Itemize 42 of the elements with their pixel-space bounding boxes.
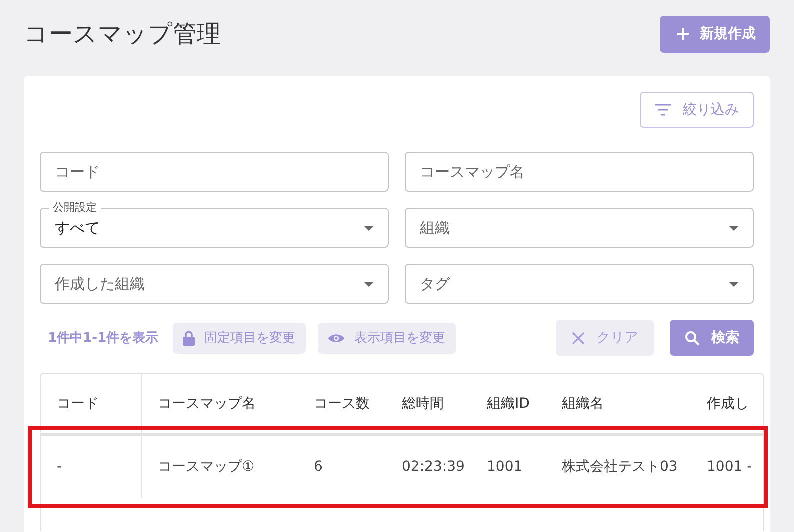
select-placeholder: タグ [420, 274, 450, 294]
text-field[interactable]: コースマップ名 [405, 152, 754, 192]
lock-icon [182, 330, 195, 346]
select-field[interactable]: 組織 [405, 208, 754, 248]
text-field[interactable]: コード [40, 152, 389, 192]
filter-button[interactable]: 絞り込み [640, 92, 754, 128]
select-placeholder: 組織 [420, 218, 450, 238]
select-field[interactable]: タグ [405, 264, 754, 304]
page-title: コースマップ管理 [24, 19, 221, 50]
table-cell: - [41, 436, 142, 498]
column-header: 作成し [706, 394, 750, 414]
table-cell-text: 6 [313, 458, 324, 477]
select-value: すべて [55, 218, 100, 238]
field-label: 公開設定 [49, 201, 101, 215]
caret-icon [729, 226, 739, 230]
table-cell-text: 1001 [486, 458, 524, 477]
caret-icon [364, 282, 374, 286]
search-icon [684, 330, 700, 346]
select-placeholder: 作成した組織 [55, 274, 145, 294]
table-cell-text: 株式会社テスト03 [561, 458, 679, 477]
clear-button[interactable]: クリア [556, 320, 654, 356]
result-count: 1件中1-1件を表示 [48, 330, 159, 347]
table-cell-text: 02:23:39 [401, 458, 466, 477]
column-header: コード [41, 374, 142, 433]
change-fixed-items-button[interactable]: 固定項目を変更 [172, 322, 306, 354]
close-icon [572, 332, 584, 344]
column-header: コースマップ名 [157, 394, 257, 414]
select-field[interactable]: 作成した組織 [40, 264, 389, 304]
table-cell-text: 1001 - [706, 458, 754, 477]
plus-icon [676, 27, 690, 41]
filter-icon [655, 104, 671, 116]
table-cell-text: コースマップ① [157, 458, 256, 477]
caret-icon [364, 226, 374, 230]
column-header: 組織ID [486, 394, 531, 414]
caret-icon [729, 282, 739, 286]
eye-icon [328, 332, 345, 344]
column-header: 総時間 [401, 394, 445, 414]
column-header: 組織名 [561, 394, 605, 414]
search-button[interactable]: 検索 [670, 320, 754, 356]
column-header: コース数 [313, 394, 371, 414]
change-visible-items-button[interactable]: 表示項目を変更 [318, 322, 456, 354]
new-button[interactable]: 新規作成 [660, 16, 770, 52]
